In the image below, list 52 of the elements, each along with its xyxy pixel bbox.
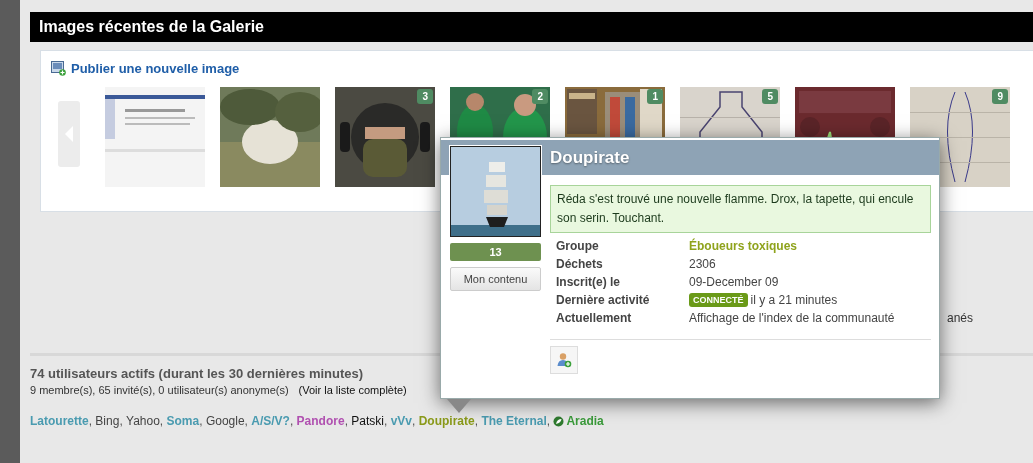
user-link[interactable]: Patski [351,414,384,428]
field-label: Groupe [556,239,600,253]
field-value: Affichage de l'index de la communauté [689,311,896,325]
separator: , [199,414,204,428]
user-link[interactable]: Aradia [553,414,604,428]
separator: , [384,414,389,428]
user-link[interactable]: Pandore [296,414,345,428]
comment-count: 5 [762,89,778,104]
separator: , [244,414,249,428]
my-content-button[interactable]: Mon contenu [450,267,541,291]
user-link[interactable]: Yahoo [126,414,160,428]
separator: , [119,414,124,428]
popup-pointer [447,399,471,413]
comment-count: 3 [417,89,433,104]
field-value: 09-December 09 [689,275,780,289]
user-link[interactable]: Doupirate [418,414,475,428]
separator: , [412,414,417,428]
comment-count: 2 [532,89,548,104]
comment-count: 1 [647,89,663,104]
profile-name: Doupirate [550,147,630,169]
separator: , [546,414,552,428]
field-label: Inscrit(e) le [556,275,622,289]
user-link[interactable]: vVv [390,414,412,428]
group-link[interactable]: Éboueurs toxiques [689,239,925,253]
comment-count: 9 [992,89,1008,104]
person-add-icon [556,352,572,368]
status-message: Réda s'est trouvé une nouvelle flamme. Drox, la tapette, qui encule son serin. Touchant. [550,185,931,233]
separator: , [344,414,349,428]
field-value: il y a 21 minutes [750,293,838,307]
section-title: Images récentes de la Galerie [39,18,264,36]
separator: , [474,414,480,428]
separator: , [289,414,295,428]
post-count: 13 [450,243,541,261]
users-summary: 9 membre(s), 65 invité(s), 0 utilisateur(s) anonyme(s) [30,384,289,396]
publish-image-link[interactable]: Publier une nouvelle image [71,61,240,76]
field-label: Déchets [556,257,604,271]
separator: , [159,414,165,428]
user-link[interactable]: Google [205,414,245,428]
separator: , [88,414,93,428]
leaf-badge-icon [553,415,565,427]
full-list-link[interactable]: (Voir la liste complète) [298,384,407,396]
user-link[interactable]: A/S/V? [251,414,290,428]
add-friend-button[interactable] [550,346,578,374]
field-label: Dernière activité [556,293,651,307]
user-link[interactable]: Latourette [30,414,89,428]
image-add-icon [51,61,66,76]
field-label: Actuellement [556,311,633,325]
partial-text: anés [946,311,973,325]
user-link[interactable]: The Eternal [481,414,547,428]
online-badge: CONNECTÉ [689,293,748,307]
field-value: 2306 [689,257,717,271]
active-users-heading: 74 utilisateurs actifs (durant les 30 dernières minutes) [30,366,365,381]
